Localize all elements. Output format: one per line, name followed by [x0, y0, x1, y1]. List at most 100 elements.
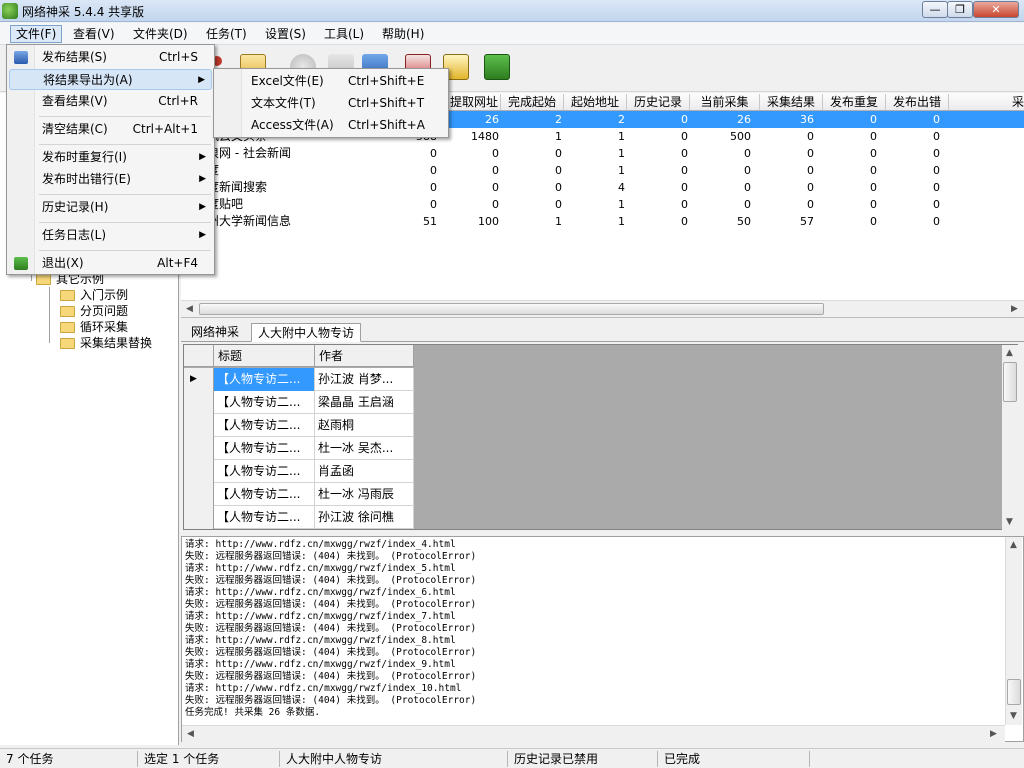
result-row[interactable]: 【人物专访二... 肖孟函: [184, 460, 414, 483]
tab-main[interactable]: 网络神采: [185, 323, 245, 342]
scroll-down-icon[interactable]: ▼: [1010, 711, 1017, 721]
menu-item-export-access[interactable]: Access文件(A) Ctrl+Shift+A: [216, 115, 446, 136]
row-indicator[interactable]: [184, 391, 214, 414]
submenu-arrow-icon: ▶: [199, 230, 206, 240]
result-title[interactable]: 【人物专访二...: [214, 437, 315, 460]
menu-item-publish[interactable]: 发布结果(S) Ctrl+S: [9, 47, 212, 68]
task-row[interactable]: 度000100000: [181, 162, 1024, 179]
menu-item-task-log[interactable]: 任务日志(L) ▶: [9, 225, 212, 246]
result-title[interactable]: 【人物专访二...: [214, 506, 315, 529]
result-row[interactable]: 【人物专访二... 孙江波 徐问樵: [184, 506, 414, 529]
col-results[interactable]: 采集结果: [760, 94, 823, 110]
result-row[interactable]: 【人物专访二... 梁晶晶 王启涵: [184, 391, 414, 414]
log-vscroll[interactable]: ▲ ▼: [1005, 537, 1022, 725]
scroll-right-icon[interactable]: ▶: [1011, 304, 1018, 314]
tree-item-label: 入门示例: [80, 288, 129, 302]
result-author[interactable]: 杜一冰 吴杰...: [315, 437, 414, 460]
scroll-thumb[interactable]: [1007, 679, 1021, 705]
result-title[interactable]: 【人物专访二...: [214, 414, 315, 437]
row-indicator[interactable]: [184, 483, 214, 506]
tree-item-intro[interactable]: 入门示例: [60, 287, 129, 303]
result-author[interactable]: 孙江波 肖梦...: [315, 368, 414, 391]
result-title[interactable]: 【人物专访二...: [214, 391, 315, 414]
result-title[interactable]: 【人物专访二...: [214, 460, 315, 483]
log-line: 任务完成! 共采集 26 条数据.: [185, 707, 321, 718]
submenu-arrow-icon: ▶: [198, 75, 205, 85]
menu-help[interactable]: 帮助(H): [377, 26, 429, 44]
task-row[interactable]: 度新闻搜索 0 0 0 4 0 0 0 0 0: [181, 179, 1024, 196]
menu-task[interactable]: 任务(T): [201, 26, 252, 44]
row-indicator[interactable]: [184, 414, 214, 437]
col-publish-err[interactable]: 发布出错: [886, 94, 949, 110]
task-cell: 100: [478, 215, 499, 228]
task-row[interactable]: 度贴吧 0 0 0 1 0 0 0 0 0: [181, 196, 1024, 213]
tree-item-replace[interactable]: 采集结果替换: [60, 335, 153, 351]
result-grid-vscroll[interactable]: ▲ ▼: [1002, 345, 1019, 531]
menu-item-clear-results[interactable]: 清空结果(C) Ctrl+Alt+1: [9, 119, 212, 140]
scroll-up-icon[interactable]: ▲: [1010, 540, 1017, 550]
minimize-button[interactable]: —: [922, 1, 948, 18]
row-indicator[interactable]: [184, 506, 214, 529]
close-button[interactable]: ✕: [973, 1, 1019, 18]
scroll-left-icon[interactable]: ◀: [186, 304, 193, 314]
task-grid-hscroll[interactable]: ◀ ▶: [181, 300, 1024, 317]
menu-view[interactable]: 查看(V): [68, 26, 120, 44]
tab-rdfz[interactable]: 人大附中人物专访: [251, 323, 362, 342]
result-row[interactable]: ▶ 【人物专访二... 孙江波 肖梦...: [184, 368, 414, 391]
result-author[interactable]: 梁晶晶 王启涵: [315, 391, 414, 414]
task-cell: 0: [681, 164, 688, 177]
col-done-start[interactable]: 完成起始: [501, 94, 564, 110]
col-current[interactable]: 当前采集: [690, 94, 760, 110]
task-row[interactable]: 浪网 - 社会新闻 0 0 0 1 0 0 0 0 0: [181, 145, 1024, 162]
task-cell: 0: [870, 198, 877, 211]
result-row[interactable]: 【人物专访二... 赵雨桐: [184, 414, 414, 437]
scroll-down-icon[interactable]: ▼: [1006, 517, 1013, 527]
task-row[interactable]: 州大学新闻信息 51 100 1 1 0 50 57 0 0: [181, 213, 1024, 230]
scroll-right-icon[interactable]: ▶: [990, 729, 997, 739]
row-indicator[interactable]: [184, 437, 214, 460]
log-hscroll[interactable]: ◀ ▶: [182, 725, 1005, 742]
menu-tools[interactable]: 工具(L): [319, 26, 369, 44]
result-row[interactable]: 【人物专访二... 杜一冰 冯雨辰: [184, 483, 414, 506]
result-title[interactable]: 【人物专访二...: [214, 483, 315, 506]
row-indicator[interactable]: ▶: [184, 368, 214, 391]
col-start-url[interactable]: 起始地址: [564, 94, 627, 110]
menu-item-dup-rows[interactable]: 发布时重复行(I) ▶: [9, 147, 212, 168]
task-cell: 0: [681, 130, 688, 143]
menu-item-export-excel[interactable]: Excel文件(E) Ctrl+Shift+E: [216, 71, 446, 92]
menu-item-export[interactable]: 将结果导出为(A) ▶: [9, 69, 212, 90]
col-history[interactable]: 历史记录: [627, 94, 690, 110]
menu-item-export-text[interactable]: 文本文件(T) Ctrl+Shift+T: [216, 93, 446, 114]
menu-item-view-results[interactable]: 查看结果(V) Ctrl+R: [9, 91, 212, 112]
col-author[interactable]: 作者: [315, 345, 414, 367]
result-title[interactable]: 【人物专访二...: [214, 368, 315, 391]
result-author[interactable]: 孙江波 徐问樵: [315, 506, 414, 529]
menu-folder[interactable]: 文件夹(D): [128, 26, 193, 44]
log-line: 请求: http://www.rdfz.cn/mxwgg/rwzf/index_…: [185, 563, 456, 574]
result-row[interactable]: 【人物专访二... 杜一冰 吴杰...: [184, 437, 414, 460]
tab-strip: 网络神采 人大附中人物专访: [181, 320, 1024, 342]
scroll-thumb[interactable]: [199, 303, 824, 315]
status-history: 历史记录已禁用: [510, 751, 658, 767]
col-publish-dup[interactable]: 发布重复: [823, 94, 886, 110]
scroll-up-icon[interactable]: ▲: [1006, 348, 1013, 358]
tree-item-label: 采集结果替换: [80, 336, 153, 350]
col-title[interactable]: 标题: [214, 345, 315, 367]
menu-item-err-rows[interactable]: 发布时出错行(E) ▶: [9, 169, 212, 190]
row-indicator[interactable]: [184, 460, 214, 483]
menu-settings[interactable]: 设置(S): [260, 26, 311, 44]
result-author[interactable]: 杜一冰 冯雨辰: [315, 483, 414, 506]
exit-icon[interactable]: [484, 54, 510, 80]
result-author[interactable]: 肖孟函: [315, 460, 414, 483]
maximize-button[interactable]: ❐: [947, 1, 973, 18]
col-overflow[interactable]: 采: [1012, 94, 1024, 110]
tree-item-loop[interactable]: 循环采集: [60, 319, 128, 335]
menu-item-history[interactable]: 历史记录(H) ▶: [9, 197, 212, 218]
col-extract-url[interactable]: 提取网址: [448, 94, 501, 110]
menu-file[interactable]: 文件(F): [10, 25, 63, 43]
menu-item-exit[interactable]: 退出(X) Alt+F4: [9, 253, 212, 274]
tree-item-paging[interactable]: 分页问题: [60, 303, 128, 319]
scroll-thumb[interactable]: [1003, 362, 1017, 402]
scroll-left-icon[interactable]: ◀: [187, 729, 194, 739]
result-author[interactable]: 赵雨桐: [315, 414, 414, 437]
